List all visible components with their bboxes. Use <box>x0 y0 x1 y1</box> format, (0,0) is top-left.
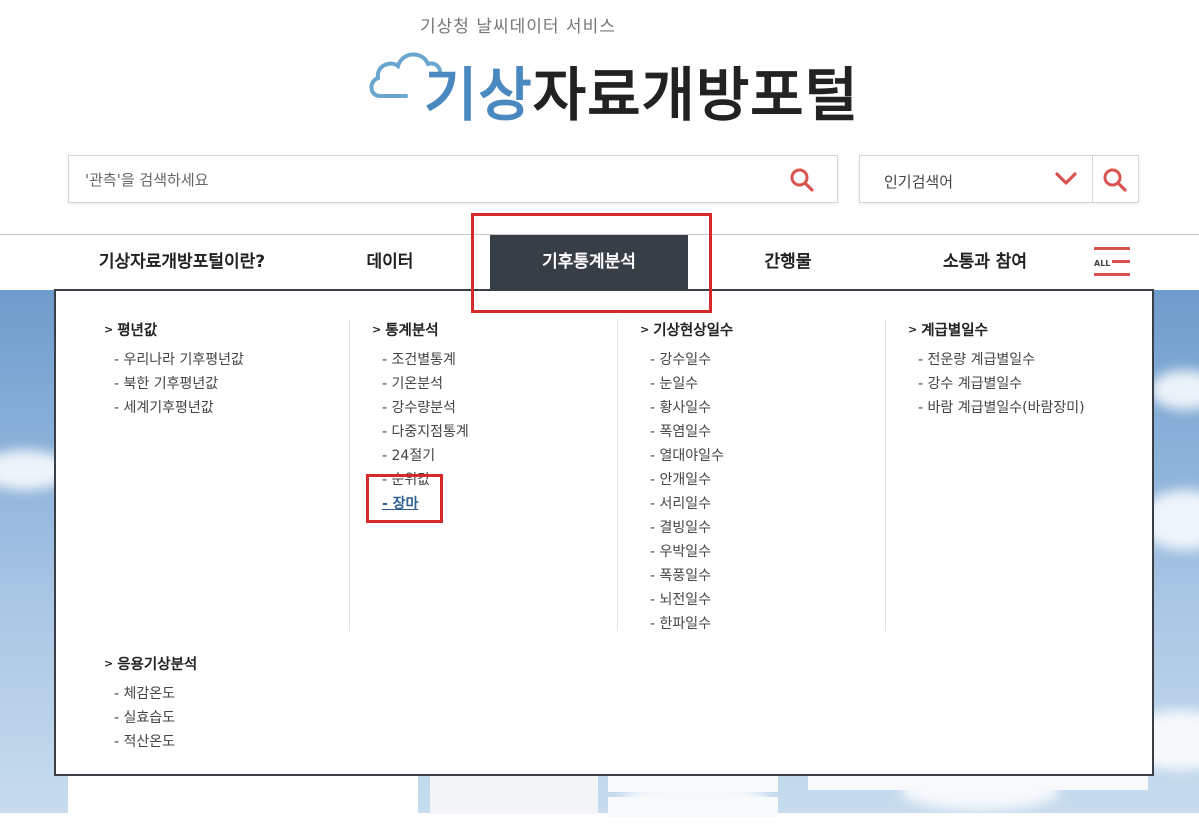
menu-group-title[interactable]: > 기상현상일수 <box>640 319 733 340</box>
search-input[interactable] <box>69 156 787 204</box>
menu-link[interactable]: - 한파일수 <box>650 612 733 636</box>
menu-link[interactable]: - 안개일수 <box>650 468 733 492</box>
menu-sublist: - 강수일수 - 눈일수 - 황사일수 - 폭염일수 - 열대야일수 - 안개일… <box>640 348 733 636</box>
menu-link[interactable]: - 우리나라 기후평년값 <box>114 348 244 372</box>
nav-item-data[interactable]: 데이터 <box>330 235 450 290</box>
menu-link[interactable]: - 조건별통계 <box>382 348 469 372</box>
menu-link[interactable]: - 북한 기후평년값 <box>114 372 244 396</box>
menu-group-label: 응용기상분석 <box>117 657 198 673</box>
menu-link[interactable]: - 전운량 계급별일수 <box>918 348 1085 372</box>
menu-link[interactable]: - 우박일수 <box>650 540 733 564</box>
menu-sublist: - 우리나라 기후평년값 - 북한 기후평년값 - 세계기후평년값 <box>104 348 244 420</box>
menu-link[interactable]: - 폭염일수 <box>650 420 733 444</box>
menu-link[interactable]: - 적산온도 <box>114 730 197 754</box>
hamburger-bar <box>1094 273 1130 276</box>
menu-link[interactable]: - 체감온도 <box>114 682 197 706</box>
menu-column-class-days: > 계급별일수 - 전운량 계급별일수 - 강수 계급별일수 - 바람 계급별일수… <box>908 319 1085 420</box>
search-icon <box>1103 168 1127 192</box>
menu-group-title[interactable]: > 통계분석 <box>372 319 469 340</box>
column-divider <box>617 319 618 631</box>
logo-text-part2: 자료개방포털 <box>532 61 859 129</box>
search-icon <box>790 168 814 192</box>
mega-menu-panel: > 평년값 - 우리나라 기후평년값 - 북한 기후평년값 - 세계기후평년값 >… <box>54 289 1154 776</box>
menu-column-normals: > 평년값 - 우리나라 기후평년값 - 북한 기후평년값 - 세계기후평년값 <box>104 319 244 420</box>
popular-divider <box>1092 156 1093 202</box>
popular-search-dropdown[interactable]: 인기검색어 <box>859 155 1139 203</box>
nav-item-community[interactable]: 소통과 참여 <box>915 235 1055 290</box>
menu-group-title[interactable]: > 계급별일수 <box>908 319 1085 340</box>
menu-link[interactable]: - 24절기 <box>382 444 469 468</box>
highlight-box-rainy-season <box>366 474 443 523</box>
menu-sublist: - 전운량 계급별일수 - 강수 계급별일수 - 바람 계급별일수(바람장미) <box>908 348 1085 420</box>
menu-link[interactable]: - 바람 계급별일수(바람장미) <box>918 396 1085 420</box>
nav-item-about[interactable]: 기상자료개방포털이란? <box>72 235 292 290</box>
nav-item-publications[interactable]: 간행물 <box>728 235 848 290</box>
popular-search-button[interactable] <box>1100 165 1130 195</box>
chevron-right-icon: > <box>640 323 650 336</box>
chevron-right-icon: > <box>908 323 918 336</box>
chevron-down-icon <box>1055 172 1077 185</box>
popular-expand-button[interactable] <box>1053 168 1079 190</box>
menu-group-label: 기상현상일수 <box>653 323 734 339</box>
menu-column-applied: > 응용기상분석 - 체감온도 - 실효습도 - 적산온도 <box>104 653 197 754</box>
menu-link[interactable]: - 폭풍일수 <box>650 564 733 588</box>
chevron-right-icon: > <box>104 323 114 336</box>
menu-group-label: 계급별일수 <box>921 323 988 339</box>
logo-text: 기상자료개방포털 <box>424 48 859 132</box>
menu-link[interactable]: - 황사일수 <box>650 396 733 420</box>
menu-link[interactable]: - 강수 계급별일수 <box>918 372 1085 396</box>
highlight-box-nav <box>471 213 712 313</box>
menu-link[interactable]: - 눈일수 <box>650 372 733 396</box>
all-menu-button[interactable]: ALL <box>1094 247 1130 279</box>
menu-link[interactable]: - 강수량분석 <box>382 396 469 420</box>
search-button[interactable] <box>787 165 817 195</box>
all-label: ALL <box>1094 259 1113 268</box>
site-tagline: 기상청 날씨데이터 서비스 <box>420 17 616 37</box>
menu-link[interactable]: - 결빙일수 <box>650 516 733 540</box>
column-divider <box>349 319 350 631</box>
chevron-right-icon: > <box>104 657 114 670</box>
menu-column-weather-days: > 기상현상일수 - 강수일수 - 눈일수 - 황사일수 - 폭염일수 - 열대야… <box>640 319 733 636</box>
chevron-right-icon: > <box>372 323 382 336</box>
popular-search-label: 인기검색어 <box>884 173 954 191</box>
hamburger-icon <box>1094 247 1130 250</box>
site-logo[interactable]: 기상자료개방포털 <box>366 40 858 129</box>
menu-sublist: - 체감온도 - 실효습도 - 적산온도 <box>104 682 197 754</box>
menu-group-title[interactable]: > 평년값 <box>104 319 244 340</box>
column-divider <box>885 319 886 631</box>
logo-text-part1: 기상 <box>424 61 533 129</box>
menu-link[interactable]: - 기온분석 <box>382 372 469 396</box>
menu-link[interactable]: - 뇌전일수 <box>650 588 733 612</box>
menu-group-title[interactable]: > 응용기상분석 <box>104 653 197 674</box>
menu-group-label: 평년값 <box>117 323 158 339</box>
menu-link[interactable]: - 다중지점통계 <box>382 420 469 444</box>
menu-link[interactable]: - 세계기후평년값 <box>114 396 244 420</box>
menu-link[interactable]: - 서리일수 <box>650 492 733 516</box>
search-box <box>68 155 838 204</box>
menu-group-label: 통계분석 <box>385 323 439 339</box>
menu-link[interactable]: - 실효습도 <box>114 706 197 730</box>
menu-link[interactable]: - 강수일수 <box>650 348 733 372</box>
menu-link[interactable]: - 열대야일수 <box>650 444 733 468</box>
